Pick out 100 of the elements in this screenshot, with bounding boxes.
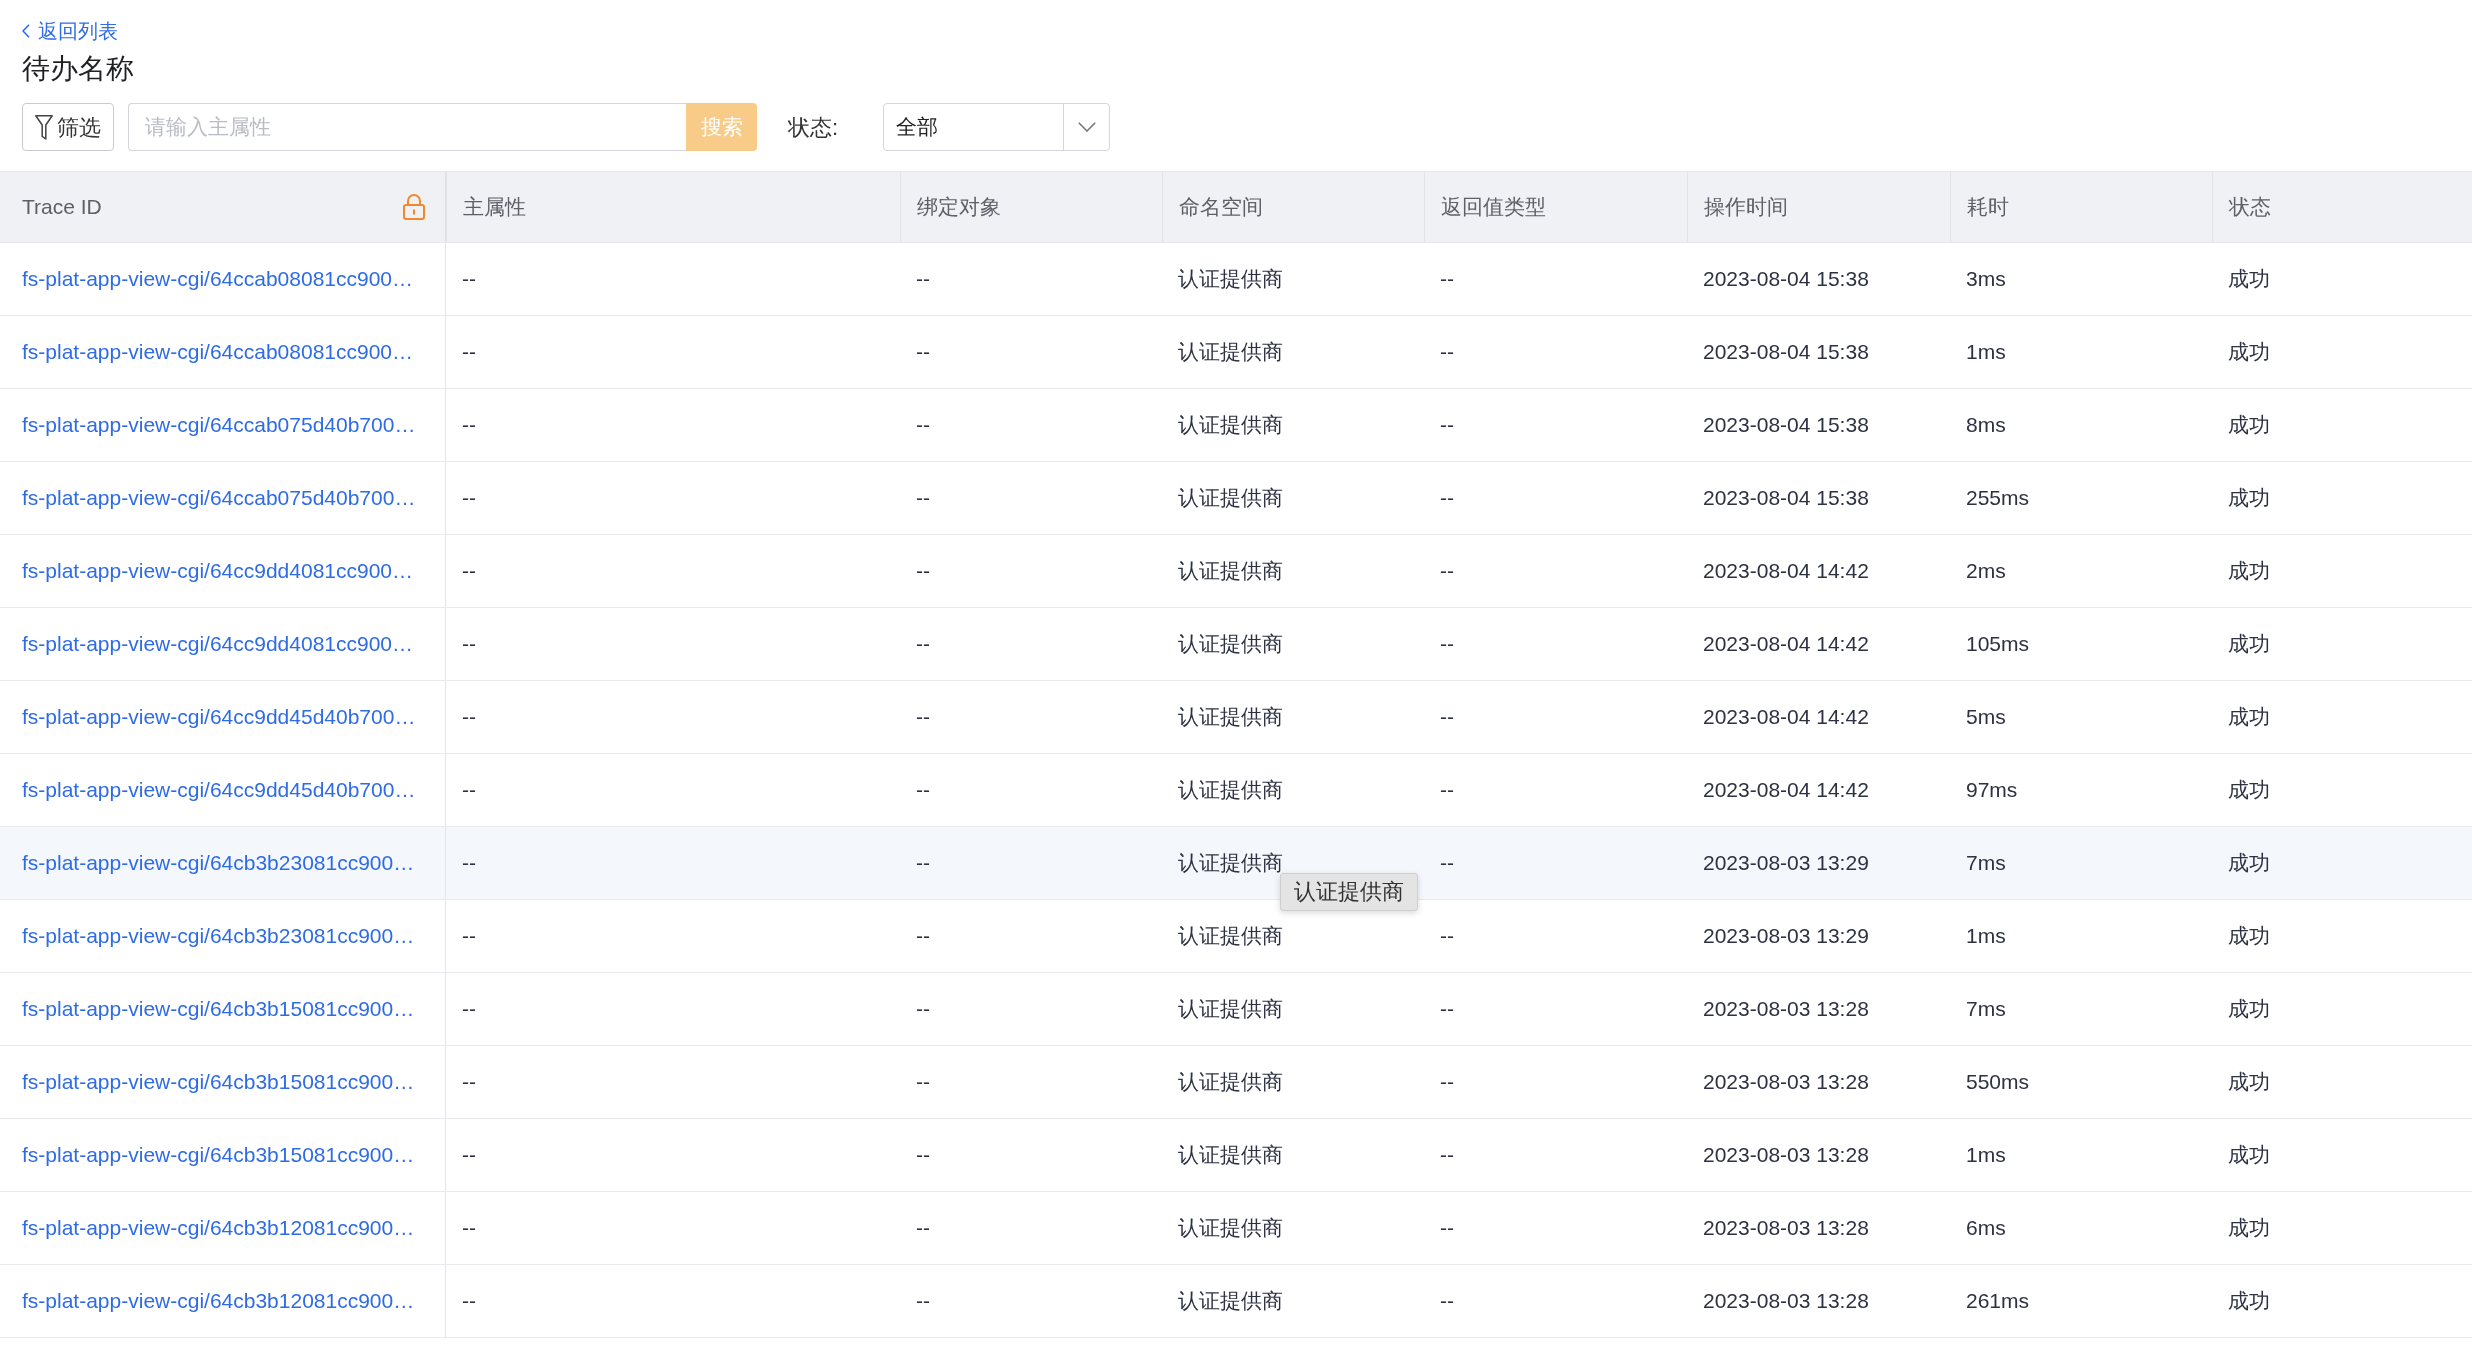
return-type-value: --	[1440, 1069, 1454, 1096]
status-value: 成功	[2228, 631, 2270, 658]
return-type-value: --	[1440, 266, 1454, 293]
namespace-value: 认证提供商	[1178, 485, 1283, 512]
table-row[interactable]: fs-plat-app-view-cgi/64cc9dd4081cc900… -- -- 认证提供商 -- 2023-08-04 14:42 105ms 成功	[0, 608, 2472, 681]
trace-id-link[interactable]: fs-plat-app-view-cgi/64cb3b12081cc900…	[22, 1285, 415, 1317]
column-header: 绑定对象	[917, 194, 1001, 221]
status-value: 成功	[2228, 704, 2270, 731]
duration-value: 550ms	[1966, 1069, 2030, 1096]
bound-object-value: --	[916, 704, 930, 731]
trace-id-link[interactable]: fs-plat-app-view-cgi/64cc9dd45d40b700…	[22, 701, 416, 733]
trace-id-link[interactable]: fs-plat-app-view-cgi/64cb3b23081cc900…	[22, 847, 415, 879]
trace-id-link[interactable]: fs-plat-app-view-cgi/64ccab075d40b700…	[22, 482, 416, 514]
bound-object-value: --	[916, 1069, 930, 1096]
operation-time: 2023-08-04 14:42	[1703, 777, 1869, 804]
attribute-value: --	[462, 923, 476, 950]
operation-time: 2023-08-04 14:42	[1703, 558, 1869, 585]
status-value: 成功	[2228, 1069, 2270, 1096]
operation-time: 2023-08-03 13:28	[1703, 1288, 1869, 1315]
trace-id-link[interactable]: fs-plat-app-view-cgi/64cb3b15081cc900…	[22, 1139, 415, 1171]
return-type-value: --	[1440, 631, 1454, 658]
status-value: 成功	[2228, 777, 2270, 804]
attribute-value: --	[462, 339, 476, 366]
duration-value: 3ms	[1966, 266, 2006, 293]
return-type-value: --	[1440, 996, 1454, 1023]
column-header: 操作时间	[1704, 194, 1788, 221]
bound-object-value: --	[916, 339, 930, 366]
table-row[interactable]: fs-plat-app-view-cgi/64cb3b15081cc900… -- -- 认证提供商 -- 2023-08-03 13:28 1ms 成功	[0, 1119, 2472, 1192]
status-select[interactable]: 全部	[883, 103, 1111, 151]
attribute-value: --	[462, 558, 476, 585]
operation-time: 2023-08-03 13:29	[1703, 850, 1869, 877]
namespace-value: 认证提供商	[1178, 1288, 1283, 1315]
attribute-value: --	[462, 412, 476, 439]
trace-id-link[interactable]: fs-plat-app-view-cgi/64ccab08081cc900…	[22, 336, 414, 368]
duration-value: 255ms	[1966, 485, 2030, 512]
table-row[interactable]: fs-plat-app-view-cgi/64cb3b12081cc900… -- -- 认证提供商 -- 2023-08-03 13:28 6ms 成功	[0, 1192, 2472, 1265]
column-header: 返回值类型	[1441, 194, 1546, 221]
table-row[interactable]: fs-plat-app-view-cgi/64cc9dd45d40b700… -- -- 认证提供商 -- 2023-08-04 14:42 5ms 成功	[0, 681, 2472, 754]
bound-object-value: --	[916, 485, 930, 512]
duration-value: 97ms	[1966, 777, 2018, 804]
return-type-value: --	[1440, 412, 1454, 439]
table-row[interactable]: fs-plat-app-view-cgi/64ccab08081cc900… -- -- 认证提供商 -- 2023-08-04 15:38 1ms 成功	[0, 316, 2472, 389]
bound-object-value: --	[916, 850, 930, 877]
table-row[interactable]: fs-plat-app-view-cgi/64ccab075d40b700… -- -- 认证提供商 -- 2023-08-04 15:38 8ms 成功	[0, 389, 2472, 462]
operation-time: 2023-08-04 14:42	[1703, 631, 1869, 658]
column-header: 主属性	[463, 194, 526, 221]
trace-id-link[interactable]: fs-plat-app-view-cgi/64cc9dd45d40b700…	[22, 774, 416, 806]
return-type-value: --	[1440, 1288, 1454, 1315]
namespace-value: 认证提供商	[1178, 996, 1283, 1023]
attribute-value: --	[462, 1288, 476, 1315]
bound-object-value: --	[916, 996, 930, 1023]
bound-object-value: --	[916, 777, 930, 804]
trace-id-link[interactable]: fs-plat-app-view-cgi/64ccab075d40b700…	[22, 409, 416, 441]
status-value: 成功	[2228, 339, 2270, 366]
attribute-value: --	[462, 1215, 476, 1242]
column-header: Trace ID	[22, 194, 102, 221]
status-value: 成功	[2228, 412, 2270, 439]
trace-id-link[interactable]: fs-plat-app-view-cgi/64cb3b15081cc900…	[22, 1066, 415, 1098]
trace-id-link[interactable]: fs-plat-app-view-cgi/64cb3b15081cc900…	[22, 993, 415, 1025]
table-row[interactable]: fs-plat-app-view-cgi/64ccab075d40b700… -- -- 认证提供商 -- 2023-08-04 15:38 255ms 成功	[0, 462, 2472, 535]
bound-object-value: --	[916, 923, 930, 950]
namespace-value: 认证提供商	[1178, 412, 1283, 439]
table-row[interactable]: fs-plat-app-view-cgi/64cb3b12081cc900… -- -- 认证提供商 -- 2023-08-03 13:28 261ms 成功	[0, 1265, 2472, 1338]
table-row[interactable]: fs-plat-app-view-cgi/64cb3b15081cc900… -- -- 认证提供商 -- 2023-08-03 13:28 550ms 成功	[0, 1046, 2472, 1119]
trace-id-link[interactable]: fs-plat-app-view-cgi/64cb3b12081cc900…	[22, 1212, 415, 1244]
filter-button[interactable]: 筛选	[22, 103, 114, 151]
table-row[interactable]: fs-plat-app-view-cgi/64cb3b15081cc900… -- -- 认证提供商 -- 2023-08-03 13:28 7ms 成功	[0, 973, 2472, 1046]
back-link[interactable]: 返回列表	[22, 17, 118, 45]
status-value: 成功	[2228, 1142, 2270, 1169]
operation-time: 2023-08-04 15:38	[1703, 412, 1869, 439]
duration-value: 8ms	[1966, 412, 2006, 439]
lock-icon	[403, 194, 425, 220]
namespace-value: 认证提供商	[1178, 1069, 1283, 1096]
trace-id-link[interactable]: fs-plat-app-view-cgi/64ccab08081cc900…	[22, 263, 414, 295]
table-row[interactable]: fs-plat-app-view-cgi/64cc9dd4081cc900… -- -- 认证提供商 -- 2023-08-04 14:42 2ms 成功	[0, 535, 2472, 608]
namespace-value: 认证提供商	[1178, 923, 1283, 950]
return-type-value: --	[1440, 1215, 1454, 1242]
attribute-value: --	[462, 704, 476, 731]
operation-time: 2023-08-03 13:28	[1703, 1069, 1869, 1096]
operation-time: 2023-08-04 15:38	[1703, 339, 1869, 366]
table-row[interactable]: fs-plat-app-view-cgi/64ccab08081cc900… -- -- 认证提供商 -- 2023-08-04 15:38 3ms 成功	[0, 243, 2472, 316]
duration-value: 6ms	[1966, 1215, 2006, 1242]
namespace-value: 认证提供商	[1178, 339, 1283, 366]
status-value: 成功	[2228, 1288, 2270, 1315]
operation-time: 2023-08-04 15:38	[1703, 266, 1869, 293]
trace-id-link[interactable]: fs-plat-app-view-cgi/64cc9dd4081cc900…	[22, 555, 414, 587]
bound-object-value: --	[916, 1215, 930, 1242]
duration-value: 1ms	[1966, 923, 2006, 950]
bound-object-value: --	[916, 412, 930, 439]
duration-value: 7ms	[1966, 850, 2006, 877]
duration-value: 7ms	[1966, 996, 2006, 1023]
bound-object-value: --	[916, 631, 930, 658]
duration-value: 5ms	[1966, 704, 2006, 731]
return-type-value: --	[1440, 704, 1454, 731]
trace-id-link[interactable]: fs-plat-app-view-cgi/64cb3b23081cc900…	[22, 920, 415, 952]
tooltip: 认证提供商	[1280, 873, 1418, 911]
duration-value: 105ms	[1966, 631, 2030, 658]
trace-id-link[interactable]: fs-plat-app-view-cgi/64cc9dd4081cc900…	[22, 628, 414, 660]
return-type-value: --	[1440, 923, 1454, 950]
duration-value: 1ms	[1966, 1142, 2006, 1169]
